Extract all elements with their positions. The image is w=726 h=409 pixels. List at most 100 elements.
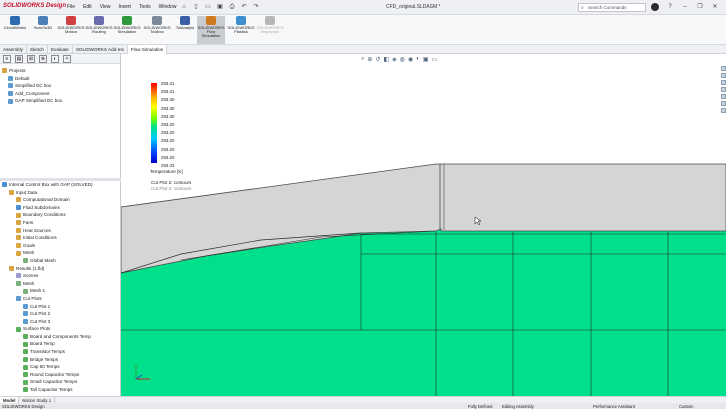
analysis-tree-item[interactable]: Board Temp [0, 340, 121, 348]
home-icon[interactable]: ⌂ [180, 3, 188, 11]
menu-item-edit[interactable]: Edit [83, 4, 92, 10]
analysis-tree-item[interactable]: Round Capacitor Temps [0, 371, 121, 379]
analysis-tree-item[interactable]: Global Mesh [0, 257, 121, 265]
analysis-tree-item[interactable]: Results (1.fld) [0, 265, 121, 273]
performance-assistant[interactable]: Performance Assistant [593, 404, 635, 409]
analysis-tree-item[interactable]: Mesh [0, 249, 121, 257]
section-view-icon[interactable]: ◧ [383, 56, 389, 63]
units-selector[interactable]: Custom [679, 404, 693, 409]
tree-label: Mesh [23, 250, 35, 256]
analysis-tree-item[interactable]: Board and Components Temp [0, 333, 121, 341]
title-bar: SOLIDWORKS Design File Edit View Insert Tool… [0, 0, 726, 15]
analysis-tree-item[interactable]: Surface Plots [0, 325, 121, 333]
search-commands-input[interactable]: ⌕ Search Commands [578, 3, 646, 12]
project-item[interactable]: GAP Simplified EC box [0, 97, 120, 105]
minimize-icon[interactable]: – [681, 3, 689, 11]
tab-flow-simulation[interactable]: Flow Simulation [127, 45, 168, 54]
ribbon-solidworks-flow-simulation-button[interactable]: SOLIDWORKS Flow Simulation [197, 16, 225, 44]
previous-view-icon[interactable]: ↺ [375, 56, 380, 63]
analysis-tree-item[interactable]: Goals [0, 242, 121, 250]
zoom-to-fit-icon[interactable]: ⌕ [361, 56, 364, 63]
ribbon-solidworks-plastics-button[interactable]: SOLIDWORKS Plastics [227, 16, 255, 44]
analysis-tree-item[interactable]: Cut Plot 2 [0, 310, 121, 318]
help-icon[interactable]: ? [666, 3, 674, 11]
project-item[interactable]: Default [0, 75, 120, 83]
analysis-tree-item[interactable]: Fans [0, 219, 121, 227]
ribbon-label: CircuitWorks [3, 25, 27, 30]
zoom-to-area-icon[interactable]: ⊕ [367, 56, 372, 63]
ribbon-solidworks-routing-button[interactable]: SOLIDWORKS Routing [85, 16, 113, 44]
ribbon-solidworks-toolbox-button[interactable]: SOLIDWORKS Toolbox [143, 16, 171, 44]
appearances-icon[interactable] [721, 94, 726, 99]
ribbon-circuitworks-button[interactable]: CircuitWorks [1, 16, 29, 44]
custom-properties-icon[interactable] [721, 101, 726, 106]
menu-item-file[interactable]: File [67, 4, 75, 10]
tab-sketch[interactable]: Sketch [27, 45, 48, 54]
menu-item-insert[interactable]: Insert [118, 4, 131, 10]
solidworks-forum-icon[interactable] [721, 108, 726, 113]
project-item[interactable]: Simplified EC box [0, 82, 120, 90]
tab-assembly[interactable]: Assembly [0, 45, 27, 54]
ribbon-scanto3d-button[interactable]: ScanTo3D [29, 16, 57, 44]
analysis-tree-item[interactable]: Cut Plots [0, 295, 121, 303]
menu-item-window[interactable]: Window [159, 4, 177, 10]
display-style-icon[interactable]: ◍ [400, 56, 405, 63]
ribbon-tolanalyst-button[interactable]: TolAnalyst [171, 16, 199, 44]
analysis-tree-item[interactable]: Bridge Temps [0, 356, 121, 364]
analysis-tree-item[interactable]: Computational Domain [0, 196, 121, 204]
project-item[interactable]: Add_Component [0, 90, 120, 98]
analysis-tree-item[interactable]: Scenes [0, 272, 121, 280]
view-palette-icon[interactable] [721, 87, 726, 92]
graphics-viewport[interactable]: ⌕ ⊕ ↺ ◧ ◈ ◍ ◉ ◐ ▣ ▭ 293.31 293.31 293.30 29… [121, 54, 726, 396]
restore-icon[interactable]: ❐ [696, 3, 704, 11]
open-folder-icon[interactable]: ▭ [204, 3, 212, 11]
view-settings-icon[interactable]: ▭ [432, 56, 438, 63]
view-orientation-icon[interactable]: ◈ [392, 56, 397, 63]
redo-icon[interactable]: ↷ [252, 3, 260, 11]
apply-scene-icon[interactable]: ▣ [423, 56, 429, 63]
resources-icon[interactable] [721, 66, 726, 71]
analysis-tree-item[interactable]: Mesh [0, 280, 121, 288]
analysis-tree-item[interactable]: Transistor Temps [0, 348, 121, 356]
print-icon[interactable]: ⎙ [228, 3, 236, 11]
flow-analysis-tree-icon[interactable]: ✧ [63, 55, 71, 63]
analysis-tree-item[interactable]: Cap 60 Temps [0, 363, 121, 371]
analysis-tree-item[interactable]: Small Capacitor Temps [0, 378, 121, 386]
tab-solidworks-add-ins[interactable]: SOLIDWORKS Add-Ins [73, 45, 128, 54]
configuration-icon[interactable]: ⊞ [27, 55, 35, 63]
file-explorer-icon[interactable] [721, 80, 726, 85]
design-library-icon[interactable] [721, 73, 726, 78]
ribbon-solidworks-motion-button[interactable]: SOLIDWORKS Motion [57, 16, 85, 44]
analysis-tree-item[interactable]: Fluid Subdomains [0, 204, 121, 212]
command-manager-tabs: Assembly Sketch Evaluate SOLIDWORKS Add-Ins… [0, 45, 726, 54]
edit-appearance-icon[interactable]: ◐ [416, 56, 420, 63]
analysis-tree-item[interactable]: Cut Plot 3 [0, 318, 121, 326]
tree-label: Projects [9, 68, 26, 73]
feature-tree-icon[interactable]: ≡ [3, 55, 11, 63]
analysis-tree-item[interactable]: Cut Plot 1 [0, 303, 121, 311]
analysis-tree-item[interactable]: Tall Capacitor Temps [0, 386, 121, 394]
tree-label: Fluid Subdomains [23, 204, 60, 210]
close-icon[interactable]: ✕ [711, 3, 719, 11]
property-manager-icon[interactable]: ▤ [15, 55, 23, 63]
new-document-icon[interactable]: ▯ [192, 3, 200, 11]
model-view[interactable] [121, 54, 726, 396]
hide-show-icon[interactable]: ◉ [408, 56, 413, 63]
analysis-tree-item[interactable]: Initial Conditions [0, 234, 121, 242]
analysis-tree-item[interactable]: Heat Sources [0, 227, 121, 235]
project-tree-root[interactable]: Projects [0, 67, 120, 75]
menu-item-tools[interactable]: Tools [139, 4, 151, 10]
analysis-tree-root[interactable]: Internal Control Box with GAP (SOLVED) [0, 181, 121, 189]
ribbon-solidworks-simulation-button[interactable]: SOLIDWORKS Simulation [113, 16, 141, 44]
analysis-tree-item[interactable]: Boundary Conditions [0, 211, 121, 219]
save-icon[interactable]: ▣ [216, 3, 224, 11]
ribbon-label: TolAnalyst [175, 25, 195, 30]
analysis-tree-item[interactable]: Mesh 1 [0, 287, 121, 295]
undo-icon[interactable]: ↶ [240, 3, 248, 11]
dimxpert-icon[interactable]: ⊕ [39, 55, 47, 63]
analysis-tree-item[interactable]: Input Data [0, 189, 121, 197]
tab-evaluate[interactable]: Evaluate [48, 45, 73, 54]
display-manager-icon[interactable]: ◐ [51, 55, 59, 63]
avatar[interactable] [651, 3, 659, 11]
menu-item-view[interactable]: View [100, 4, 111, 10]
